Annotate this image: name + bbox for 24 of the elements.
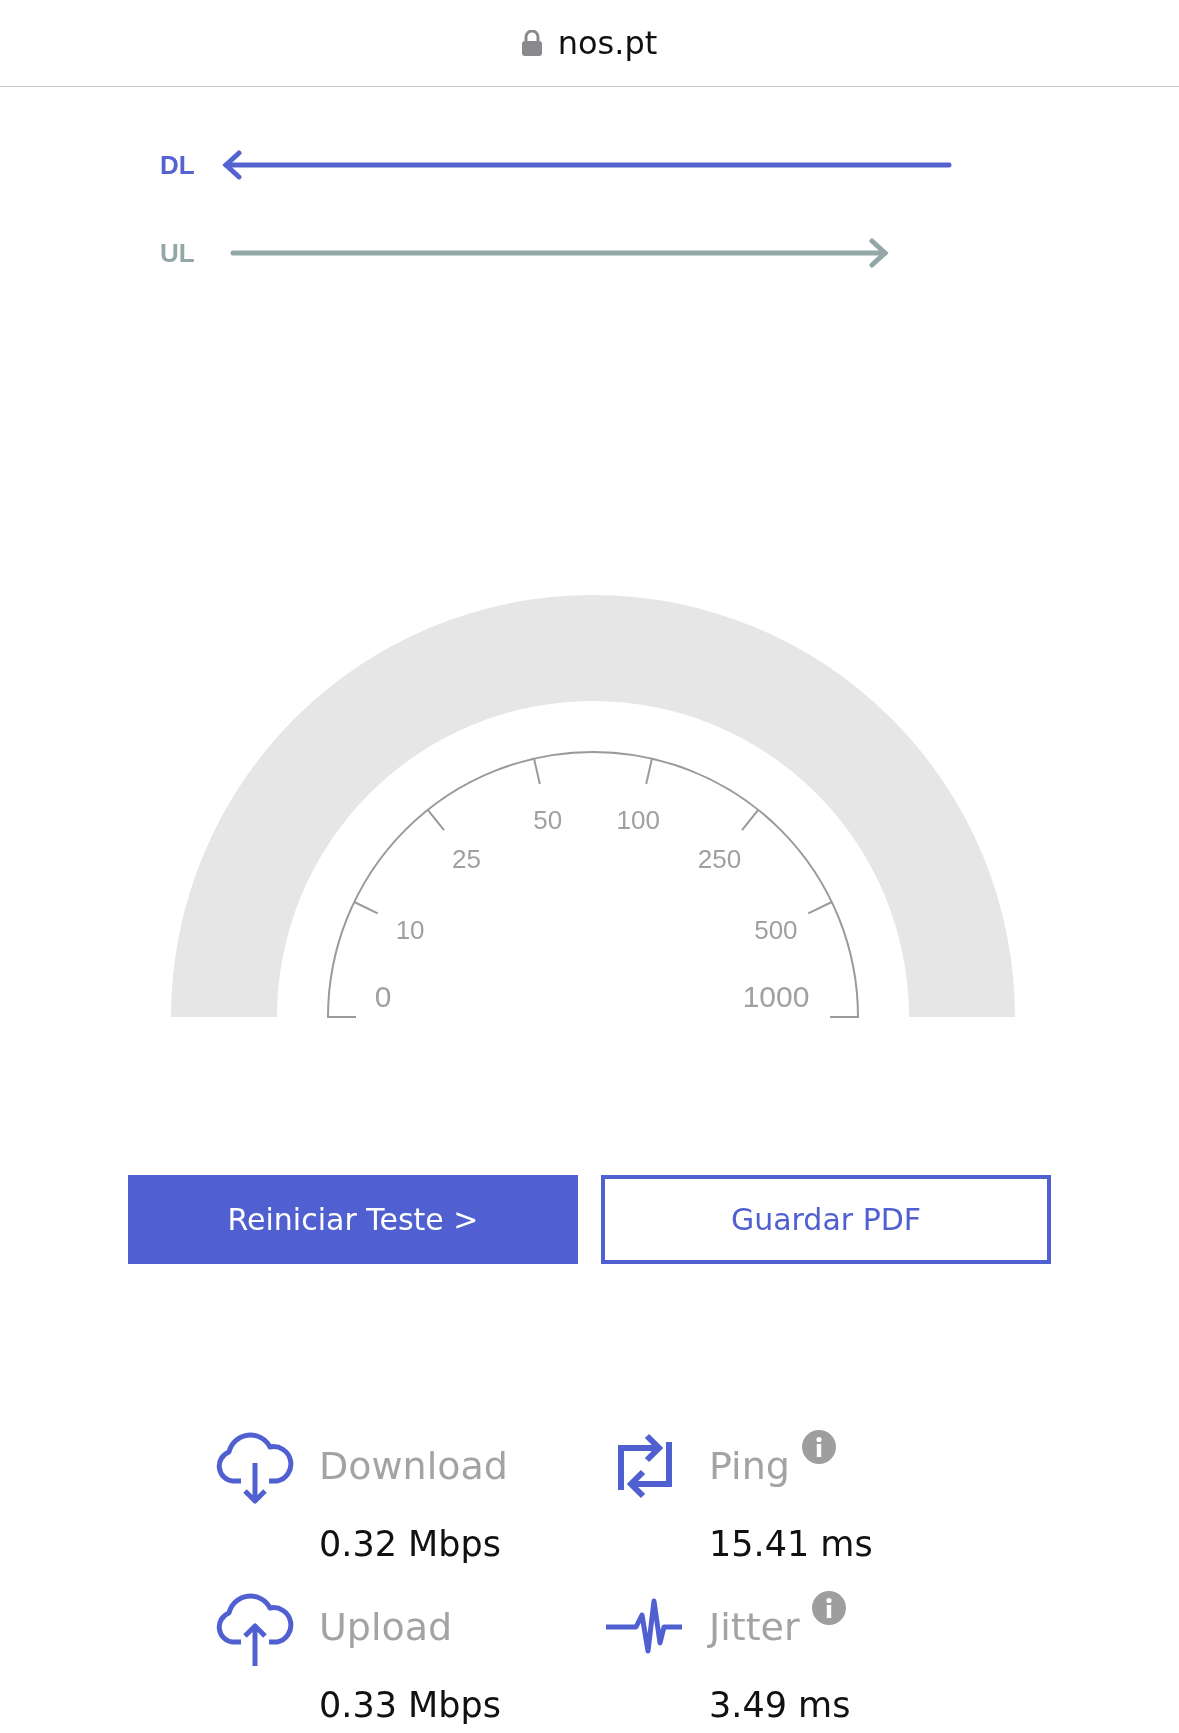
stat-value: 3.49 ms xyxy=(709,1683,852,1727)
stat-label: Ping xyxy=(709,1442,790,1490)
legend-label: UL xyxy=(160,236,196,270)
scale-label: 0 xyxy=(374,980,391,1013)
scale-label: 500 xyxy=(753,914,798,945)
stat-label: Jitter xyxy=(709,1603,800,1651)
scale-label: 50 xyxy=(532,805,562,836)
domain-text: nos.pt xyxy=(557,23,658,64)
save-pdf-button[interactable]: Guardar PDF xyxy=(601,1175,1051,1264)
lock-icon xyxy=(521,30,542,56)
scale-label: 250 xyxy=(697,844,741,875)
scale-label: 25 xyxy=(451,844,481,875)
stat-value: 0.32 Mbps xyxy=(319,1522,502,1566)
restart-button[interactable]: Reiniciar Teste > xyxy=(128,1175,578,1264)
scale-label: 1000 xyxy=(742,980,809,1013)
stat-label: Upload xyxy=(319,1603,453,1651)
stat-label: Download xyxy=(319,1442,508,1490)
stat-value: 0.33 Mbps xyxy=(319,1683,502,1727)
stat-value: 15.41 ms xyxy=(709,1522,874,1566)
info-icon[interactable] xyxy=(801,1429,836,1464)
info-icon[interactable] xyxy=(811,1590,846,1625)
legend-label: DL xyxy=(160,148,196,182)
scale-label: 100 xyxy=(616,805,660,836)
scale-label: 10 xyxy=(395,914,425,945)
